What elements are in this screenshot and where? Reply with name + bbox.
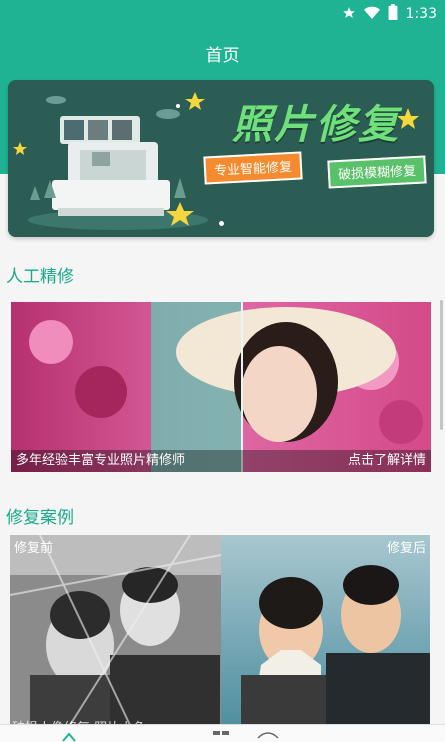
home-icon[interactable]	[62, 727, 76, 742]
banner-tag-damage: 破损模糊修复	[327, 155, 427, 189]
scrollbar[interactable]	[440, 300, 443, 430]
restore-case-card[interactable]: 修复前 修复后 破损人像修复 照片上色	[10, 535, 430, 725]
carousel-indicator	[219, 221, 224, 226]
section-title-manual-retouch: 人工精修	[6, 267, 74, 287]
star-icon	[342, 5, 356, 24]
section-title-cases: 修复案例	[6, 508, 74, 528]
learn-more-link[interactable]: 点击了解详情	[348, 450, 426, 472]
bottom-navigation	[0, 724, 445, 742]
retouch-caption: 多年经验丰富专业照片精修师	[16, 453, 186, 468]
banner-title: 照片修复	[232, 102, 400, 148]
before-photo: 修复前	[10, 535, 221, 725]
status-time: 1:33	[405, 6, 437, 22]
promo-banner[interactable]: 照片修复 专业智能修复 破损模糊修复	[8, 80, 434, 237]
wifi-icon	[363, 5, 380, 24]
retouch-sample-image	[11, 302, 431, 472]
grid-icon[interactable]	[212, 727, 230, 742]
app-bar: 首页	[0, 28, 445, 78]
battery-icon	[388, 4, 398, 24]
page-title: 首页	[205, 45, 240, 66]
after-label: 修复后	[386, 541, 426, 556]
fish-icon[interactable]	[256, 727, 280, 742]
banner-tag-smart: 专业智能修复	[203, 151, 303, 185]
manual-retouch-card[interactable]: 多年经验丰富专业照片精修师 点击了解详情	[11, 302, 431, 472]
after-photo: 修复后	[221, 535, 430, 725]
status-icons: 1:33	[342, 4, 437, 24]
before-label: 修复前	[14, 541, 54, 556]
retouch-caption-bar: 多年经验丰富专业照片精修师 点击了解详情	[11, 450, 431, 472]
status-bar: 1:33	[0, 0, 445, 28]
